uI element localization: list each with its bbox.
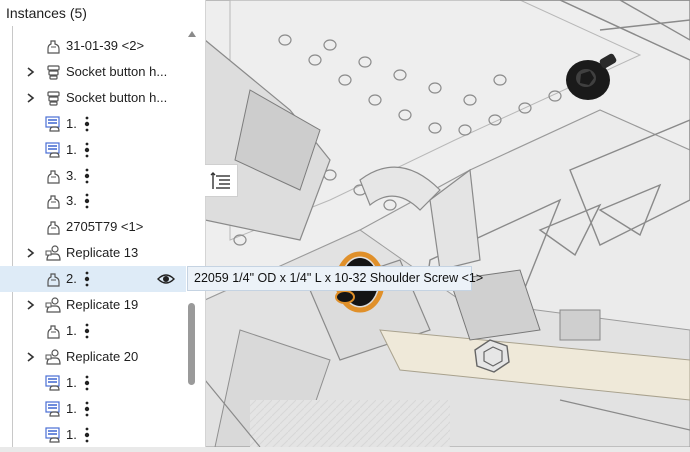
chevron-right-icon[interactable]: [24, 351, 36, 363]
chevron-right-icon[interactable]: [24, 92, 36, 104]
tree-row-label: Replicate 13: [66, 245, 139, 261]
tree-row[interactable]: 1.: [0, 111, 186, 137]
list-view-icon: [210, 172, 230, 189]
subassembly-icon: [47, 91, 60, 106]
tree-row-label: 1.: [66, 141, 77, 157]
tree-row-label: 1.: [66, 400, 77, 416]
tree-row-label: 1.: [66, 322, 77, 338]
tree-row[interactable]: Socket button h...: [0, 59, 186, 85]
replicate-icon: [45, 349, 61, 365]
tree-row[interactable]: 1.: [0, 396, 186, 422]
tree-row-label: Replicate 19: [66, 297, 139, 312]
part-instance-icon: [47, 221, 60, 235]
tree-row-label: 2.: [66, 271, 77, 287]
part-instance-icon: [47, 325, 60, 339]
part-instance-icon: [47, 40, 60, 54]
tree-row[interactable]: 3.: [0, 188, 186, 214]
instance-tooltip: 22059 1/4" OD x 1/4" L x 10-32 Shoulder …: [187, 266, 483, 291]
tree-row-label: 1.: [66, 426, 77, 442]
scrollbar-thumb[interactable]: [188, 303, 195, 385]
vertical-dots-icon[interactable]: [84, 400, 90, 418]
subassembly-icon: [47, 65, 60, 80]
panel-title: Instances (5): [6, 5, 87, 21]
tree-row[interactable]: 2705T79 <1>: [0, 214, 186, 240]
vertical-dots-icon[interactable]: [84, 322, 90, 340]
tree-row[interactable]: 1.: [0, 422, 186, 448]
vertical-dots-icon[interactable]: [84, 115, 90, 133]
eye-icon[interactable]: [157, 272, 175, 286]
standard-content-icon: [45, 141, 60, 158]
standard-content-icon: [45, 400, 60, 417]
panel-header: Instances (5): [0, 0, 205, 26]
tree-row-selected[interactable]: 2.: [0, 266, 186, 293]
vertical-dots-icon[interactable]: [84, 270, 90, 288]
vertical-dots-icon[interactable]: [84, 374, 90, 392]
tree-row-label: 3.: [66, 193, 77, 209]
tree-row[interactable]: 3.: [0, 163, 186, 189]
vertical-dots-icon[interactable]: [84, 141, 90, 159]
tree-row[interactable]: Replicate 20: [0, 344, 186, 370]
tree-row-label: Socket button h...: [66, 89, 168, 105]
standard-content-icon: [45, 375, 60, 391]
vertical-dots-icon[interactable]: [84, 192, 90, 210]
instances-panel: Instances (5) 31-01-39 <2> Socket button …: [0, 0, 206, 447]
scroll-up-arrow-icon[interactable]: [187, 30, 197, 38]
tree-row-label: 1.: [66, 115, 77, 131]
tree-row-label: Replicate 20: [66, 348, 139, 364]
vertical-dots-icon[interactable]: [84, 167, 90, 185]
tree-row-label: 31-01-39 <2>: [66, 38, 145, 53]
tooltip-text: 22059 1/4" OD x 1/4" L x 10-32 Shoulder …: [194, 271, 484, 285]
standard-content-icon: [45, 426, 60, 443]
tree-row-label: Socket button h...: [66, 63, 168, 79]
chevron-right-icon[interactable]: [24, 247, 36, 259]
chevron-right-icon[interactable]: [24, 66, 36, 78]
part-instance-icon: [47, 273, 60, 287]
tree-row[interactable]: 1.: [0, 137, 186, 163]
tree-row-label: 1.: [66, 374, 77, 390]
tree-row[interactable]: 1.: [0, 370, 186, 396]
replicate-icon: [45, 245, 61, 261]
tree-row[interactable]: 1.: [0, 318, 186, 344]
standard-content-icon: [45, 116, 60, 132]
list-view-toggle-button[interactable]: [205, 164, 238, 197]
tree-row[interactable]: Replicate 19: [0, 292, 186, 318]
tree-row-label: 2705T79 <1>: [66, 219, 144, 235]
tree-row[interactable]: Replicate 13: [0, 240, 186, 266]
vertical-dots-icon[interactable]: [84, 426, 90, 444]
part-instance-icon: [47, 169, 60, 184]
part-instance-icon: [47, 195, 60, 209]
replicate-icon: [45, 297, 61, 313]
tree-row-label: 3.: [66, 167, 77, 183]
tree-row[interactable]: Socket button h...: [0, 85, 186, 111]
chevron-right-icon[interactable]: [24, 299, 36, 311]
tree-row[interactable]: 31-01-39 <2>: [0, 33, 186, 59]
